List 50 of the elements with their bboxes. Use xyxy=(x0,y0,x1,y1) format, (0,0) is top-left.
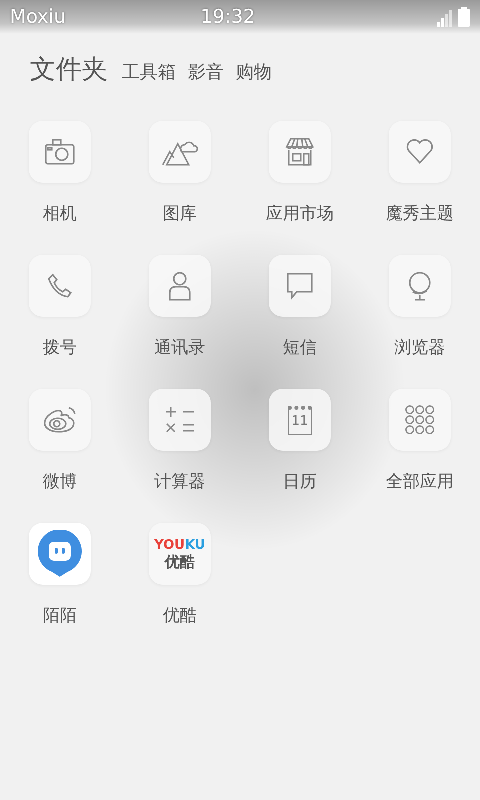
app-icon-tile[interactable] xyxy=(29,523,91,585)
app-label: 拨号 xyxy=(43,337,77,359)
speech-bubble-icon xyxy=(285,272,315,300)
app-icon-tile[interactable] xyxy=(269,255,331,317)
app-label: 通讯录 xyxy=(154,337,206,359)
app-label: 相机 xyxy=(43,203,77,225)
app-icon-tile[interactable] xyxy=(389,255,451,317)
clock-time: 19:32 xyxy=(200,6,256,28)
store-icon xyxy=(284,138,316,166)
app-icon-tile[interactable] xyxy=(389,121,451,183)
app-label: 短信 xyxy=(283,337,317,359)
calendar-icon: 11 xyxy=(288,406,312,434)
phone-icon xyxy=(47,273,73,299)
camera-icon xyxy=(45,139,75,165)
calculator-icon xyxy=(165,406,195,434)
app-label: 魔秀主题 xyxy=(386,203,454,225)
app-label: 全部应用 xyxy=(386,471,454,493)
app-icon-tile[interactable]: YOUKU 优酷 xyxy=(149,523,211,585)
app-label: 优酷 xyxy=(163,605,197,627)
chat-bubble-icon xyxy=(37,530,83,578)
battery-icon xyxy=(458,7,470,27)
logo-wordmark: YOUKU xyxy=(154,538,206,552)
app-label: 应用市场 xyxy=(266,203,334,225)
app-icon-tile[interactable] xyxy=(389,389,451,451)
heart-icon xyxy=(406,139,434,165)
app-label: 日历 xyxy=(283,471,317,493)
folder-tab[interactable]: 工具箱 xyxy=(122,60,184,84)
app-icon-tile[interactable]: 11 xyxy=(269,389,331,451)
app-icon-tile[interactable] xyxy=(149,255,211,317)
eye-icon xyxy=(43,406,77,434)
app-label: 图库 xyxy=(163,203,197,225)
globe-icon xyxy=(407,271,433,301)
app-icon-tile[interactable] xyxy=(149,121,211,183)
app-icon-tile[interactable] xyxy=(29,121,91,183)
folder-tab[interactable]: 购物 xyxy=(236,60,280,84)
app-icon-tile[interactable] xyxy=(149,389,211,451)
person-icon xyxy=(168,271,192,301)
folder-tab[interactable]: 文件夹 xyxy=(30,52,118,87)
app-label: 计算器 xyxy=(154,471,206,493)
app-label: 陌陌 xyxy=(43,605,77,627)
logo-subtitle: 优酷 xyxy=(165,554,195,570)
app-label: 浏览器 xyxy=(394,337,446,359)
app-icon-tile[interactable] xyxy=(29,389,91,451)
app-icon-tile[interactable] xyxy=(269,121,331,183)
app-label: 微博 xyxy=(43,471,77,493)
carrier-name: Moxiu xyxy=(10,6,67,28)
dots-grid-icon xyxy=(405,405,435,435)
signal-icon xyxy=(436,9,452,27)
app-icon-tile[interactable] xyxy=(29,255,91,317)
folder-tab[interactable]: 影音 xyxy=(188,60,232,84)
